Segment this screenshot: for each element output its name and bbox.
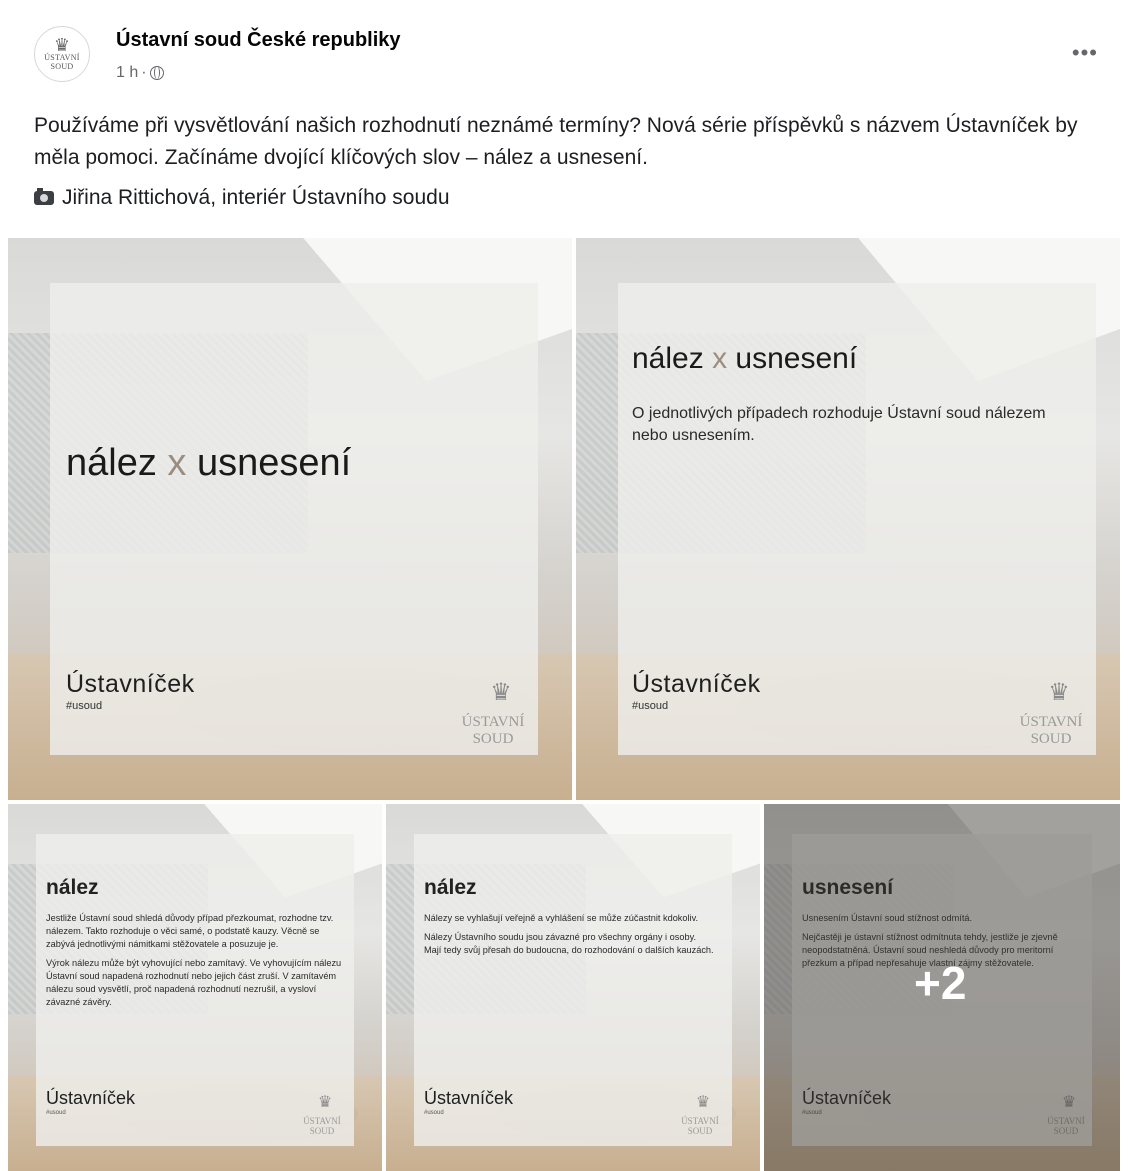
post-text: Používáme při vysvětlování našich rozhod… <box>34 114 1078 169</box>
hashtag: #usoud <box>46 1110 66 1116</box>
court-logo-text: ÚSTAVNÍ SOUD <box>461 714 525 748</box>
brand-name: Ústavníček <box>632 670 761 698</box>
lion-crest-icon: ♛ <box>490 679 512 706</box>
photo-credit: Jiřina Rittichová, interiér Ústavního so… <box>34 186 450 210</box>
brand-name: Ústavníček <box>66 670 195 698</box>
photo-tile-4[interactable]: nález Nálezy se vyhlašují veřejně a vyhl… <box>386 804 760 1171</box>
more-photos-count[interactable]: +2 <box>914 956 966 1010</box>
brand-name: Ústavníček <box>424 1088 514 1108</box>
lion-crest-icon: ♛ <box>1048 679 1070 706</box>
tile-body: Jestliže Ústavní soud shledá důvody příp… <box>46 913 342 1007</box>
camera-icon <box>34 188 54 205</box>
photo-tile-5-more[interactable]: usnesení Usnesením Ústavní soud stížnost… <box>764 804 1120 1171</box>
court-logo-text: ÚSTAVNÍ SOUD <box>1019 714 1083 748</box>
meta-separator: · <box>141 64 147 81</box>
avatar-logo-text: ÚSTAVNÍ SOUD <box>44 53 80 71</box>
photo-tile-1[interactable]: nález x usnesení Ústavníček #usoud ♛ ÚST… <box>8 238 572 800</box>
court-logo-text: ÚSTAVNÍ SOUD <box>303 1116 341 1137</box>
brand-name: Ústavníček <box>46 1088 136 1108</box>
post-meta: 1 h · <box>116 64 164 82</box>
tile-heading: nález <box>424 876 477 899</box>
lion-crest-icon: ♛ <box>53 35 71 55</box>
image-description: O jednotlivých případech rozhoduje Ústav… <box>632 405 1046 444</box>
globe-icon <box>149 66 164 80</box>
page-name-link[interactable]: Ústavní soud České republiky <box>116 29 401 52</box>
post-time[interactable]: 1 h <box>116 64 138 82</box>
photo-credit-text: Jiřina Rittichová, interiér Ústavního so… <box>62 186 450 209</box>
lion-crest-icon: ♛ <box>317 1094 333 1111</box>
photo-tile-2[interactable]: nález x usnesení O jednotlivých případec… <box>576 238 1120 800</box>
hashtag: #usoud <box>66 700 103 712</box>
tile-body: Nálezy se vyhlašují veřejně a vyhlášení … <box>424 913 714 955</box>
post-header: ♛ ÚSTAVNÍ SOUD Ústavní soud České republ… <box>0 0 1128 100</box>
lion-crest-icon: ♛ <box>695 1094 711 1111</box>
more-options-button[interactable]: ••• <box>1072 40 1098 66</box>
image-title: nález x usnesení <box>66 442 352 484</box>
court-logo-text: ÚSTAVNÍ SOUD <box>681 1116 719 1137</box>
hashtag: #usoud <box>632 700 669 712</box>
hashtag: #usoud <box>424 1110 444 1116</box>
photo-tile-3[interactable]: nález Jestliže Ústavní soud shledá důvod… <box>8 804 382 1171</box>
tile-heading: nález <box>46 876 99 899</box>
image-title: nález x usnesení <box>632 342 858 375</box>
page-avatar[interactable]: ♛ ÚSTAVNÍ SOUD <box>34 26 90 82</box>
